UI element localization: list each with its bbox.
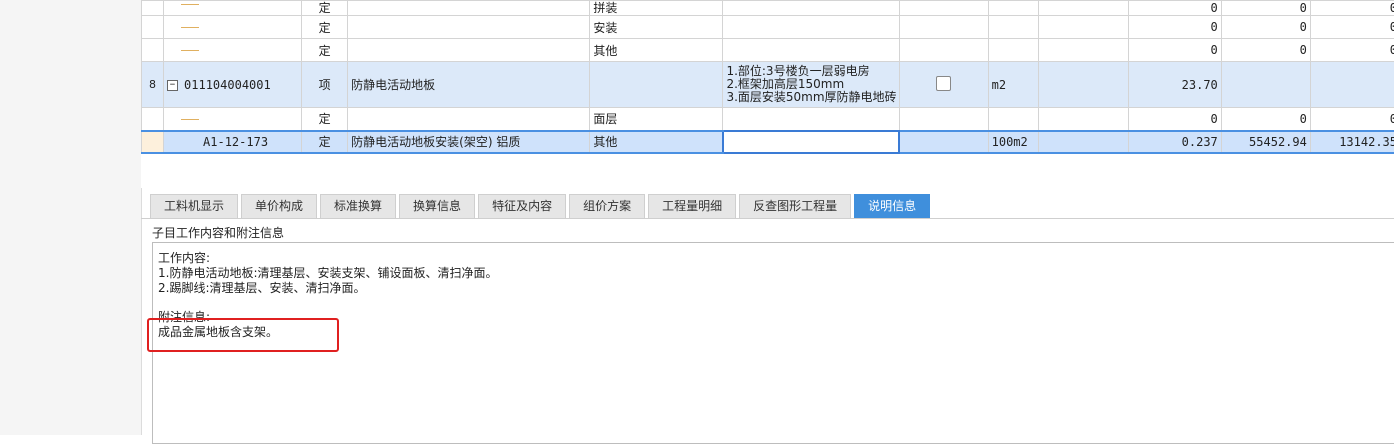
name-cell[interactable]: 防静电活动地板 [348, 62, 590, 108]
type-cell[interactable]: 项 [302, 62, 348, 108]
name-cell[interactable] [348, 1, 590, 16]
tab-pricing-plan[interactable]: 组价方案 [569, 194, 645, 218]
type-cell[interactable]: 定 [302, 1, 348, 16]
tab-divider [141, 218, 1394, 219]
name-cell[interactable] [348, 108, 590, 131]
type-cell[interactable]: 定 [302, 39, 348, 62]
row-index: 8 [142, 62, 164, 108]
tab-unit-price[interactable]: 单价构成 [241, 194, 317, 218]
tab-standard-conversion[interactable]: 标准换算 [320, 194, 396, 218]
name-cell[interactable] [348, 39, 590, 62]
tree-line [181, 50, 199, 51]
feature-cell[interactable]: 安装 [590, 16, 723, 39]
type-cell[interactable]: 定 [302, 16, 348, 39]
total-cell[interactable]: 0 [1310, 16, 1394, 39]
description-edit-cell[interactable] [723, 131, 899, 153]
collapse-icon[interactable]: − [167, 80, 178, 91]
feature-cell[interactable]: 面层 [590, 108, 723, 131]
code-cell: 011104004001 [184, 78, 271, 92]
table-row[interactable]: 定 安装 0 0 0 [142, 16, 1394, 39]
table-row[interactable]: 定 面层 0 0 0 [142, 108, 1394, 131]
price-cell[interactable]: 0 [1221, 108, 1310, 131]
qty-cell[interactable]: 0 [1128, 1, 1221, 16]
qty-cell[interactable]: 0.237 [1128, 131, 1221, 153]
table-row-item[interactable]: 8 −011104004001 项 防静电活动地板 1.部位:3号楼负一层弱电房… [142, 62, 1394, 108]
annotation-highlight-box [147, 318, 339, 352]
name-cell[interactable] [348, 16, 590, 39]
total-cell[interactable]: 0 [1310, 1, 1394, 16]
name-cell[interactable]: 防静电活动地板安装(架空) 铝质 [348, 131, 590, 153]
table-row[interactable]: 定 拼装 0 0 0 [142, 1, 1394, 16]
qty-cell[interactable]: 0 [1128, 39, 1221, 62]
tab-reverse-lookup[interactable]: 反查图形工程量 [739, 194, 851, 218]
feature-cell[interactable]: 拼装 [590, 1, 723, 16]
quota-grid: 定 拼装 0 0 0 定 安装 0 0 0 定 其他 0 [141, 0, 1394, 188]
tab-conversion-info[interactable]: 换算信息 [399, 194, 475, 218]
section-title: 子目工作内容和附注信息 [152, 224, 284, 241]
unit-cell[interactable]: 100m2 [988, 131, 1038, 153]
unit-cell[interactable]: m2 [988, 62, 1038, 108]
tree-line [181, 27, 199, 28]
qty-cell[interactable]: 23.70 [1128, 62, 1221, 108]
tree-line [181, 119, 199, 120]
checkbox[interactable] [936, 76, 951, 91]
price-cell[interactable]: 0 [1221, 39, 1310, 62]
type-cell[interactable]: 定 [302, 131, 348, 153]
tab-features[interactable]: 特征及内容 [478, 194, 566, 218]
type-cell[interactable]: 定 [302, 108, 348, 131]
feature-cell[interactable]: 其他 [590, 39, 723, 62]
left-pane [0, 0, 142, 435]
price-cell[interactable]: 55452.94 [1221, 131, 1310, 153]
total-cell[interactable]: 0 [1310, 39, 1394, 62]
feature-cell[interactable]: 其他 [590, 131, 723, 153]
total-cell[interactable]: 0 [1310, 108, 1394, 131]
tab-quantity-detail[interactable]: 工程量明细 [648, 194, 736, 218]
table-row[interactable]: 定 其他 0 0 0 [142, 39, 1394, 62]
total-cell[interactable]: 13142.35 [1310, 131, 1394, 153]
tab-labor-material[interactable]: 工料机显示 [150, 194, 238, 218]
table-row-selected[interactable]: A1-12-173 定 防静电活动地板安装(架空) 铝质 其他 100m2 0.… [142, 131, 1394, 153]
qty-cell[interactable]: 0 [1128, 108, 1221, 131]
code-cell[interactable]: A1-12-173 [164, 131, 302, 153]
qty-cell[interactable]: 0 [1128, 16, 1221, 39]
price-cell[interactable]: 0 [1221, 1, 1310, 16]
price-cell[interactable]: 0 [1221, 16, 1310, 39]
tab-description[interactable]: 说明信息 [854, 194, 930, 218]
quota-table: 定 拼装 0 0 0 定 安装 0 0 0 定 其他 0 [141, 0, 1394, 154]
description-cell[interactable]: 1.部位:3号楼负一层弱电房 2.框架加高层150mm 3.面层安装50mm厚防… [723, 62, 899, 108]
work-line-2: 2.踢脚线:清理基层、安装、清扫净面。 [158, 279, 366, 296]
detail-tabs: 工料机显示 单价构成 标准换算 换算信息 特征及内容 组价方案 工程量明细 反查… [150, 194, 933, 218]
